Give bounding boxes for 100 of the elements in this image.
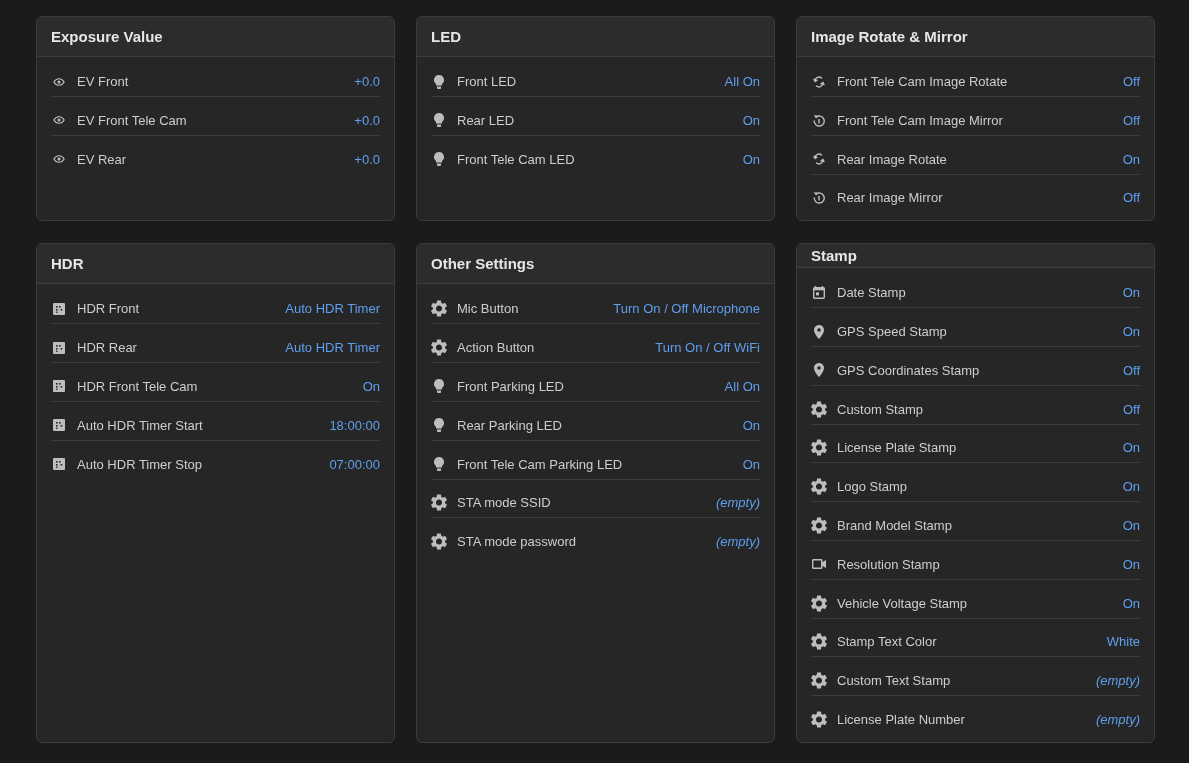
grid-square-icon	[53, 380, 65, 393]
circular-arrow-icon	[813, 113, 825, 127]
map-pin-icon	[814, 324, 824, 339]
setting-value[interactable]: On	[1122, 595, 1140, 611]
settings-icon	[811, 594, 827, 612]
setting-value[interactable]: +0.0	[354, 151, 380, 167]
calendar-icon	[813, 286, 825, 300]
setting-value[interactable]: On	[1122, 324, 1140, 340]
lightbulb-icon	[434, 152, 444, 167]
settings-icon	[811, 478, 827, 496]
lightbulb-icon	[434, 457, 444, 472]
settings-icon	[431, 300, 447, 318]
rotate-arrows-icon	[813, 153, 825, 166]
setting-label: Action Button	[457, 340, 536, 356]
setting-label: Front Tele Cam Image Rotate	[837, 74, 1009, 89]
setting-label: HDR Front	[77, 301, 141, 317]
setting-label: Rear Image Rotate	[837, 151, 948, 167]
eye-icon	[53, 155, 65, 164]
settings-icon	[811, 633, 827, 651]
setting-label: EV Front Tele Cam	[77, 112, 188, 128]
grid-square-icon	[53, 341, 65, 354]
settings-icon	[811, 672, 827, 690]
setting-label: Logo Stamp	[837, 479, 909, 495]
setting-label: Resolution Stamp	[837, 556, 941, 572]
setting-value[interactable]: On	[742, 112, 760, 128]
setting-value[interactable]: (empty)	[715, 495, 760, 511]
setting-label: Auto HDR Timer Stop	[77, 456, 203, 472]
grid-square-icon	[53, 302, 65, 315]
setting-value[interactable]: All On	[724, 74, 760, 89]
circular-arrow-icon	[813, 191, 825, 205]
settings-icon	[431, 339, 447, 357]
lightbulb-icon	[434, 379, 444, 394]
grid-square-icon	[53, 458, 65, 471]
setting-label: Rear Parking LED	[457, 417, 563, 433]
setting-value[interactable]: Auto HDR Timer	[285, 340, 380, 356]
setting-label: HDR Rear	[77, 340, 138, 356]
setting-label: Front Tele Cam Parking LED	[457, 456, 624, 472]
setting-value[interactable]: (empty)	[1095, 673, 1140, 689]
setting-label: STA mode SSID	[457, 495, 552, 511]
setting-label: License Plate Number	[837, 712, 966, 727]
card-title: Image Rotate & Mirror	[811, 28, 968, 45]
setting-label: Stamp Text Color	[837, 634, 938, 650]
setting-value[interactable]: On	[1122, 285, 1140, 301]
setting-label: Auto HDR Timer Start	[77, 417, 204, 433]
setting-label: Vehicle Voltage Stamp	[837, 595, 969, 611]
setting-label: Brand Model Stamp	[837, 518, 953, 533]
setting-value[interactable]: On	[742, 456, 760, 472]
setting-label: Front Parking LED	[457, 379, 565, 394]
setting-label: GPS Coordinates Stamp	[837, 362, 981, 378]
setting-value[interactable]: Auto HDR Timer	[285, 301, 380, 317]
setting-value[interactable]: On	[742, 417, 760, 433]
setting-value[interactable]: 07:00:00	[329, 456, 380, 472]
settings-icon	[811, 711, 827, 728]
card-title: Exposure Value	[51, 28, 163, 45]
setting-label: Rear LED	[457, 112, 516, 128]
setting-value[interactable]: On	[362, 379, 380, 394]
setting-label: Front LED	[457, 74, 518, 89]
setting-value[interactable]: On	[742, 151, 760, 167]
setting-value[interactable]: (empty)	[1095, 712, 1140, 727]
setting-label: Front Tele Cam LED	[457, 151, 576, 167]
setting-value[interactable]: Turn On / Off WiFi	[655, 340, 760, 356]
lightbulb-icon	[434, 74, 444, 89]
setting-label: Mic Button	[457, 301, 520, 317]
setting-label: EV Rear	[77, 151, 128, 167]
settings-icon	[811, 517, 827, 534]
setting-value[interactable]: On	[1122, 479, 1140, 495]
setting-value[interactable]: On	[1122, 440, 1140, 456]
settings-icon	[431, 494, 447, 512]
setting-value[interactable]: On	[1122, 556, 1140, 572]
eye-icon	[53, 116, 65, 125]
setting-value[interactable]: Off	[1122, 74, 1140, 89]
setting-value[interactable]: Off	[1122, 401, 1140, 417]
setting-value[interactable]: Off	[1122, 112, 1140, 128]
setting-value[interactable]: +0.0	[354, 112, 380, 128]
setting-label: EV Front	[77, 74, 130, 89]
grid-square-icon	[53, 419, 65, 432]
setting-label: Custom Text Stamp	[837, 673, 952, 689]
setting-value[interactable]: All On	[724, 379, 760, 394]
settings-icon	[431, 533, 447, 551]
lightbulb-icon	[434, 418, 444, 433]
card-title: Other Settings	[431, 255, 535, 273]
rotate-arrows-icon	[813, 75, 825, 88]
settings-icon	[811, 439, 827, 457]
setting-value[interactable]: On	[1122, 151, 1140, 167]
setting-label: License Plate Stamp	[837, 440, 958, 456]
setting-label: Custom Stamp	[837, 401, 924, 417]
settings-icon	[811, 400, 827, 418]
setting-label: GPS Speed Stamp	[837, 324, 948, 340]
setting-label: HDR Front Tele Cam	[77, 379, 199, 394]
setting-value[interactable]: White	[1106, 634, 1140, 650]
setting-value[interactable]: 18:00:00	[329, 417, 380, 433]
setting-value[interactable]: Off	[1122, 190, 1140, 206]
setting-value[interactable]: (empty)	[715, 534, 760, 550]
setting-value[interactable]: On	[1122, 518, 1140, 533]
setting-value[interactable]: Off	[1122, 362, 1140, 378]
card-title: Stamp	[811, 247, 857, 265]
setting-value[interactable]: Turn On / Off Microphone	[613, 301, 760, 317]
setting-value[interactable]: +0.0	[354, 74, 380, 89]
eye-icon	[53, 77, 65, 86]
setting-label: Front Tele Cam Image Mirror	[837, 112, 1004, 128]
